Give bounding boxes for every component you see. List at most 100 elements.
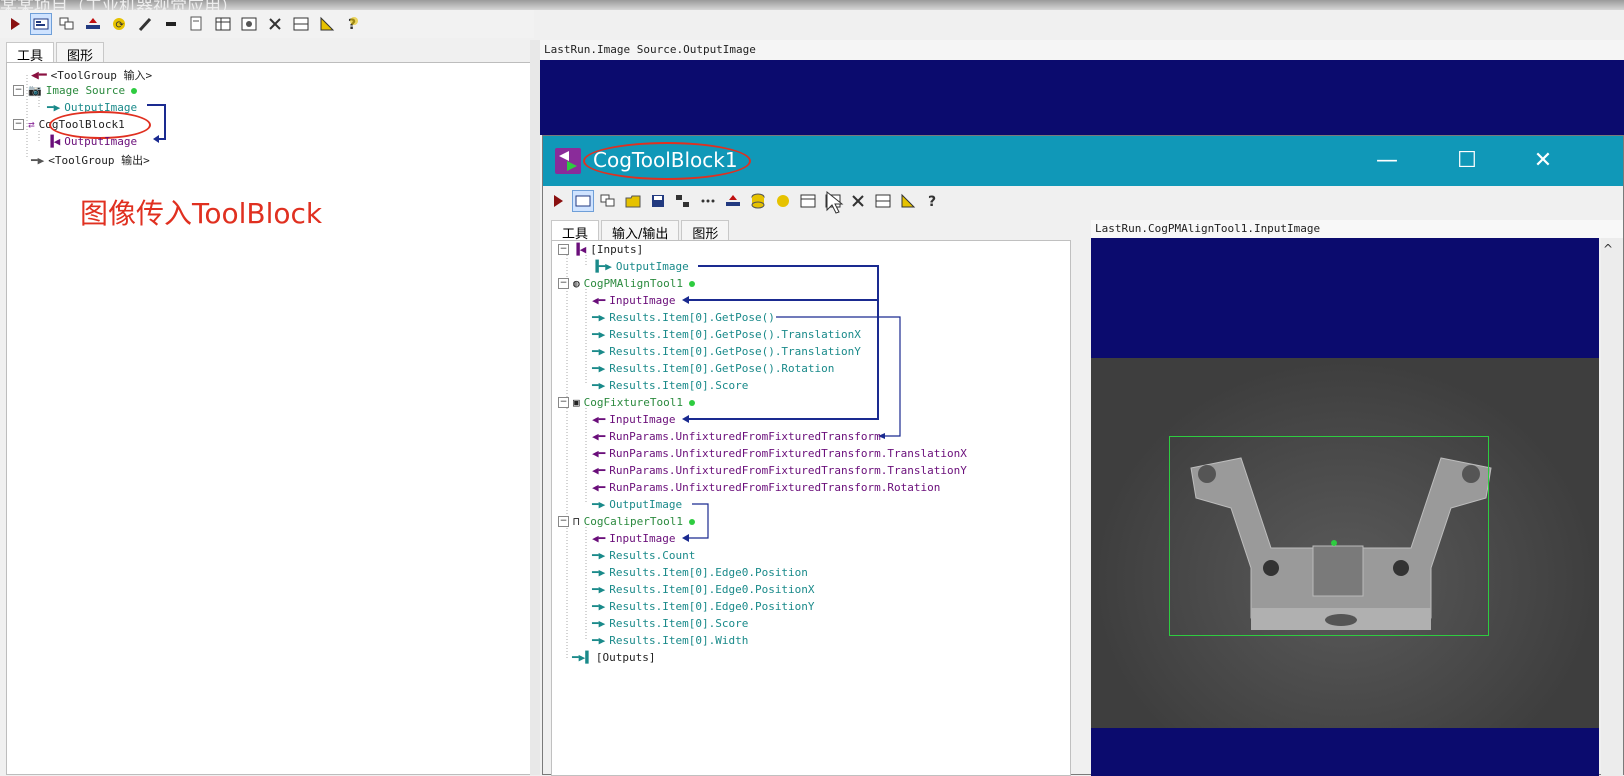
layers-icon[interactable] [597, 190, 619, 212]
tree-label: CogFixtureTool1 [583, 396, 683, 409]
open-icon[interactable] [622, 190, 644, 212]
output-arrow-icon: ━▶ [592, 549, 606, 562]
tree-terminal[interactable]: ━▶ Results.Item[0].Edge0.PositionY [592, 600, 815, 613]
tree-label: Image Source [45, 84, 126, 97]
status-dot-icon [688, 399, 695, 406]
tree-view-icon[interactable] [672, 190, 694, 212]
tree-terminal[interactable]: ━▶ Results.Item[0].Edge0.Position [592, 566, 808, 579]
tree-terminal[interactable]: ━▶ Results.Item[0].GetPose() [592, 311, 775, 324]
edit-icon[interactable] [186, 13, 208, 35]
tree-terminal[interactable]: ◀━ RunParams.UnfixturedFromFixturedTrans… [592, 481, 940, 494]
dots-icon[interactable] [697, 190, 719, 212]
collapse-icon[interactable]: − [558, 244, 569, 255]
grid-icon[interactable] [290, 13, 312, 35]
measure-icon[interactable] [897, 190, 919, 212]
output-arrow-icon: ━▶ [592, 328, 606, 341]
tree-inputs[interactable]: − ▐◀ [Inputs] [558, 243, 643, 256]
tree-terminal[interactable]: ━▶ OutputImage [592, 498, 682, 511]
scroll-up-icon[interactable]: ^ [1603, 242, 1613, 256]
maximize-button[interactable]: ☐ [1447, 146, 1487, 176]
refresh-icon[interactable]: ⟳ [108, 13, 130, 35]
tree-tool-fixture[interactable]: − ▣ CogFixtureTool1 [558, 396, 695, 409]
brush-icon[interactable] [134, 13, 156, 35]
input-arrow-icon: ◀━ [592, 464, 606, 477]
tree-terminal[interactable]: ◀━ RunParams.UnfixturedFromFixturedTrans… [592, 430, 881, 443]
output-arrow-icon: ━▶ [592, 566, 606, 579]
grid-icon[interactable] [872, 190, 894, 212]
tree-terminal[interactable]: ◀━ InputImage [592, 532, 675, 545]
tree-output-group[interactable]: ━▶ <ToolGroup 输出> [31, 152, 150, 168]
output-arrow-icon: ━▶ [592, 617, 606, 630]
minimize-button[interactable]: — [1367, 146, 1407, 176]
tree-image-source[interactable]: − 📷 Image Source [13, 84, 138, 97]
collapse-icon[interactable]: − [558, 397, 569, 408]
run-icon[interactable] [547, 190, 569, 212]
tree-terminal[interactable]: ▐━▶ OutputImage [592, 260, 689, 273]
close-button[interactable]: ✕ [1523, 146, 1563, 176]
collapse-icon[interactable]: − [13, 119, 24, 130]
tree-tool-caliper[interactable]: − ⊓ CogCaliperTool1 [558, 515, 695, 528]
import-icon[interactable] [722, 190, 744, 212]
collapse-icon[interactable]: − [558, 278, 569, 289]
tree-terminal[interactable]: ━▶ Results.Count [592, 549, 695, 562]
tree-output-image-2[interactable]: ▐◀ OutputImage [47, 135, 137, 148]
camera-icon: 📷 [28, 84, 42, 97]
job-tree-panel: ◀━ <ToolGroup 输入> − 📷 Image Source ━▶ Ou… [6, 62, 534, 775]
run-icon[interactable] [4, 13, 26, 35]
status-dot-icon [688, 518, 695, 525]
tree-label: RunParams.UnfixturedFromFixturedTransfor… [609, 430, 881, 443]
tools-icon[interactable] [264, 13, 286, 35]
tree-terminal[interactable]: ━▶ Results.Item[0].GetPose().Rotation [592, 362, 834, 375]
table-icon[interactable] [797, 190, 819, 212]
tree-tool-pmalign[interactable]: − ◍ CogPMAlignTool1 [558, 277, 695, 290]
measure-icon[interactable] [316, 13, 338, 35]
collapse-icon[interactable]: − [558, 516, 569, 527]
tree-terminal[interactable]: ━▶ Results.Item[0].GetPose().Translation… [592, 328, 861, 341]
fixture-icon: ▣ [573, 396, 580, 409]
tree-terminal[interactable]: ◀━ InputImage [592, 294, 675, 307]
tree-outputs[interactable]: ━▶▌ [Outputs] [572, 651, 655, 664]
help-icon[interactable]: ? [342, 13, 364, 35]
tree-terminal[interactable]: ━▶ Results.Item[0].Width [592, 634, 748, 647]
image-icon[interactable] [238, 13, 260, 35]
annotation-text: 图像传入ToolBlock [80, 197, 323, 230]
database-icon[interactable] [747, 190, 769, 212]
layers-icon[interactable] [56, 13, 78, 35]
svg-text:?: ? [928, 194, 936, 209]
tree-input-group[interactable]: ◀━ <ToolGroup 输入> [31, 67, 152, 83]
help-icon[interactable]: ? [922, 190, 944, 212]
collapse-icon[interactable]: − [13, 85, 24, 96]
tree-links [566, 249, 901, 659]
input-arrow-icon: ◀━ [592, 413, 606, 426]
tools-icon[interactable] [847, 190, 869, 212]
save-icon[interactable] [647, 190, 669, 212]
tree-terminal[interactable]: ◀━ InputImage [592, 413, 675, 426]
tree-label: Results.Item[0].Score [609, 617, 749, 630]
panel-splitter[interactable] [530, 40, 540, 775]
tree-terminal[interactable]: ━▶ Results.Item[0].Score [592, 379, 748, 392]
toolblock-window: CogToolBlock1 — ☐ ✕ ? 工具 输入/输出 图形 − ▐◀ [… [542, 135, 1624, 776]
refresh-icon[interactable] [772, 190, 794, 212]
tree-label: <ToolGroup 输出> [48, 154, 150, 167]
output-arrow-icon: ━▶ [592, 634, 606, 647]
display-icon[interactable] [30, 13, 52, 35]
output-arrow-icon: ━▶ [47, 101, 61, 114]
table-icon[interactable] [212, 13, 234, 35]
tree-label: InputImage [609, 532, 676, 545]
import-icon[interactable] [82, 13, 104, 35]
vertical-scrollbar[interactable]: ^ [1601, 238, 1623, 776]
output-arrow-icon: ━▶ [592, 583, 606, 596]
svg-text:⟳: ⟳ [116, 20, 125, 31]
display-icon[interactable] [572, 190, 594, 212]
input-arrow-icon: ◀━ [31, 67, 47, 83]
record-icon[interactable] [160, 13, 182, 35]
tree-terminal[interactable]: ◀━ RunParams.UnfixturedFromFixturedTrans… [592, 464, 967, 477]
tree-terminal[interactable]: ━▶ Results.Item[0].Score [592, 617, 748, 630]
tree-terminal[interactable]: ━▶ Results.Item[0].GetPose().Translation… [592, 345, 861, 358]
toolblock-titlebar[interactable]: CogToolBlock1 — ☐ ✕ [543, 136, 1623, 186]
tree-terminal[interactable]: ◀━ RunParams.UnfixturedFromFixturedTrans… [592, 447, 967, 460]
input-arrow-icon: ▐◀ [47, 135, 61, 148]
camera-image [1091, 358, 1599, 728]
tree-terminal[interactable]: ━▶ Results.Item[0].Edge0.PositionX [592, 583, 815, 596]
image-display-area[interactable] [1091, 238, 1599, 776]
